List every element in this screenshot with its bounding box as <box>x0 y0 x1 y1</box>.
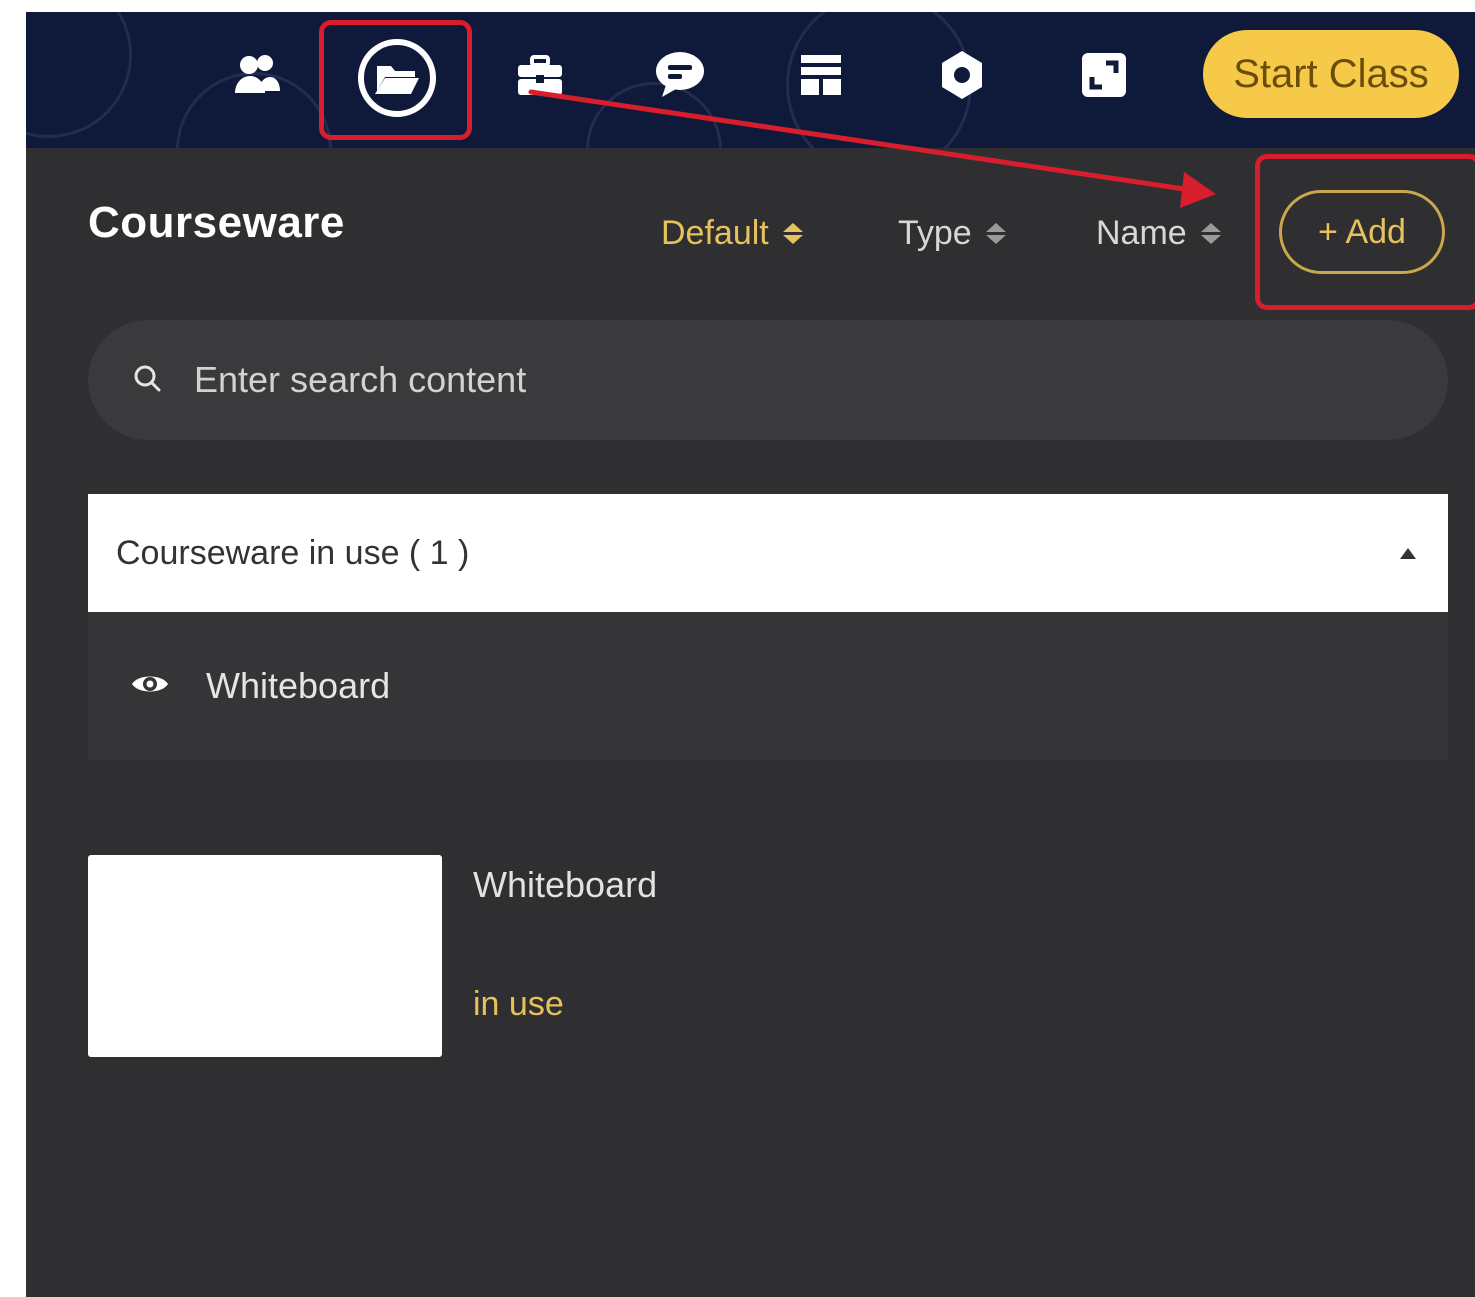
fullscreen-icon[interactable] <box>1076 47 1132 103</box>
folder-open-icon[interactable] <box>355 36 439 120</box>
background-decoration <box>26 12 132 138</box>
top-toolbar: Start Class <box>26 12 1475 148</box>
sort-default-label: Default <box>661 214 769 252</box>
chat-icon[interactable] <box>652 47 708 103</box>
panel-title: Courseware <box>88 198 345 247</box>
courseware-card-title: Whiteboard <box>473 864 658 905</box>
toolbox-icon[interactable] <box>512 47 568 103</box>
sort-caret-icon <box>782 223 803 244</box>
search-icon <box>132 363 162 398</box>
search-input[interactable] <box>192 358 1296 402</box>
sort-default[interactable]: Default <box>661 214 803 253</box>
sort-type[interactable]: Type <box>898 214 1006 253</box>
courseware-thumbnail[interactable] <box>88 855 442 1057</box>
list-item[interactable]: Whiteboard <box>88 612 1448 760</box>
search-bar[interactable] <box>88 320 1448 440</box>
start-class-button[interactable]: Start Class <box>1203 30 1459 118</box>
courseware-in-use-header[interactable]: Courseware in use ( 1 ) <box>88 494 1448 612</box>
courseware-status: in use <box>473 985 564 1023</box>
section-label: Courseware in use ( 1 ) <box>116 533 470 572</box>
sort-type-label: Type <box>898 214 972 252</box>
gear-icon[interactable] <box>934 47 990 103</box>
sort-caret-icon <box>1200 223 1221 244</box>
add-courseware-button[interactable]: + Add <box>1279 190 1445 274</box>
list-item-name: Whiteboard <box>206 665 391 706</box>
users-icon[interactable] <box>229 47 285 103</box>
sort-name[interactable]: Name <box>1096 214 1221 253</box>
sort-caret-icon <box>985 223 1006 244</box>
collapse-caret-icon[interactable] <box>1400 547 1416 559</box>
layout-icon[interactable] <box>793 47 849 103</box>
eye-icon[interactable] <box>130 670 170 703</box>
courseware-window: Start Class Courseware Default Type Name… <box>26 12 1475 1297</box>
sort-name-label: Name <box>1096 214 1187 252</box>
